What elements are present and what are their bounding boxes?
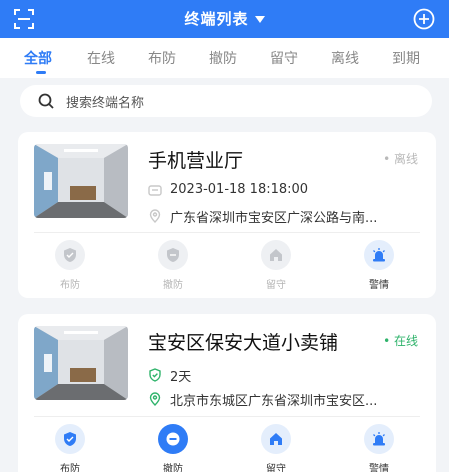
active-tab-indicator: [36, 71, 46, 74]
home-icon: [270, 433, 282, 445]
device-card[interactable]: 宝安区保安大道小卖铺 • 在线 2天 北京市东城区广东省深圳市宝安区... 布防…: [18, 314, 436, 472]
tab-expired[interactable]: 到期: [392, 48, 420, 68]
page-title-dropdown[interactable]: 终端列表: [0, 8, 449, 29]
device-name: 手机营业厅: [148, 150, 244, 172]
alarm-button[interactable]: 警情: [352, 240, 406, 291]
home-icon: [270, 249, 282, 261]
tab-armed[interactable]: 布防: [148, 48, 176, 68]
stay-button[interactable]: 留守: [249, 240, 303, 291]
tab-stay[interactable]: 留守: [270, 48, 298, 68]
device-name: 宝安区保安大道小卖铺: [148, 332, 339, 354]
shield-check-icon: [64, 248, 76, 262]
top-bar: 终端列表: [0, 0, 449, 38]
last-time: 2023-01-18 18:18:00: [170, 182, 309, 197]
disarm-button[interactable]: 撤防: [146, 240, 200, 291]
tab-disarmed[interactable]: 撤防: [209, 48, 237, 68]
alarm-light-icon: [373, 248, 385, 262]
caret-down-icon: [254, 16, 265, 23]
arm-label: 布防: [60, 464, 80, 472]
arm-button[interactable]: 布防: [43, 240, 97, 291]
status-badge: • 在线: [383, 334, 418, 348]
search-icon: [38, 93, 54, 109]
stay-label: 留守: [266, 280, 286, 291]
divider: [34, 416, 420, 417]
device-address: 广东省深圳市宝安区广深公路与南...: [170, 211, 378, 226]
location-pin-icon: [149, 392, 161, 406]
device-address: 北京市东城区广东省深圳市宝安区...: [170, 394, 378, 409]
filter-tabs: 全部 在线 布防 撤防 留守 离线 到期: [0, 38, 449, 78]
store-thumbnail: [34, 326, 128, 400]
disarm-label: 撤防: [163, 464, 183, 472]
location-pin-icon: [149, 209, 161, 223]
minus-circle-icon: [166, 432, 180, 446]
shield-check-icon: [149, 368, 161, 382]
tab-online[interactable]: 在线: [87, 48, 115, 68]
device-card[interactable]: 手机营业厅 • 离线 2023-01-18 18:18:00 广东省深圳市宝安区…: [18, 132, 436, 298]
alarm-light-icon: [373, 432, 385, 446]
alarm-label: 警情: [369, 280, 389, 291]
disarm-label: 撤防: [163, 280, 183, 291]
search-input[interactable]: 搜索终端名称: [20, 85, 432, 117]
disarm-button[interactable]: 撤防: [146, 424, 200, 472]
shield-check-icon: [64, 432, 76, 446]
status-badge: • 离线: [383, 152, 418, 166]
arm-label: 布防: [60, 280, 80, 291]
plus-circle-icon[interactable]: [413, 8, 435, 30]
shield-minus-icon: [167, 248, 179, 262]
tab-offline[interactable]: 离线: [331, 48, 359, 68]
tab-all[interactable]: 全部: [24, 48, 52, 68]
arm-button[interactable]: 布防: [43, 424, 97, 472]
message-icon: [148, 185, 162, 196]
stay-button[interactable]: 留守: [249, 424, 303, 472]
search-placeholder: 搜索终端名称: [66, 96, 145, 111]
alarm-button[interactable]: 警情: [352, 424, 406, 472]
armed-duration: 2天: [170, 370, 192, 385]
divider: [34, 232, 420, 233]
store-thumbnail: [34, 144, 128, 218]
stay-label: 留守: [266, 464, 286, 472]
page-title: 终端列表: [184, 10, 249, 28]
alarm-label: 警情: [369, 464, 389, 472]
